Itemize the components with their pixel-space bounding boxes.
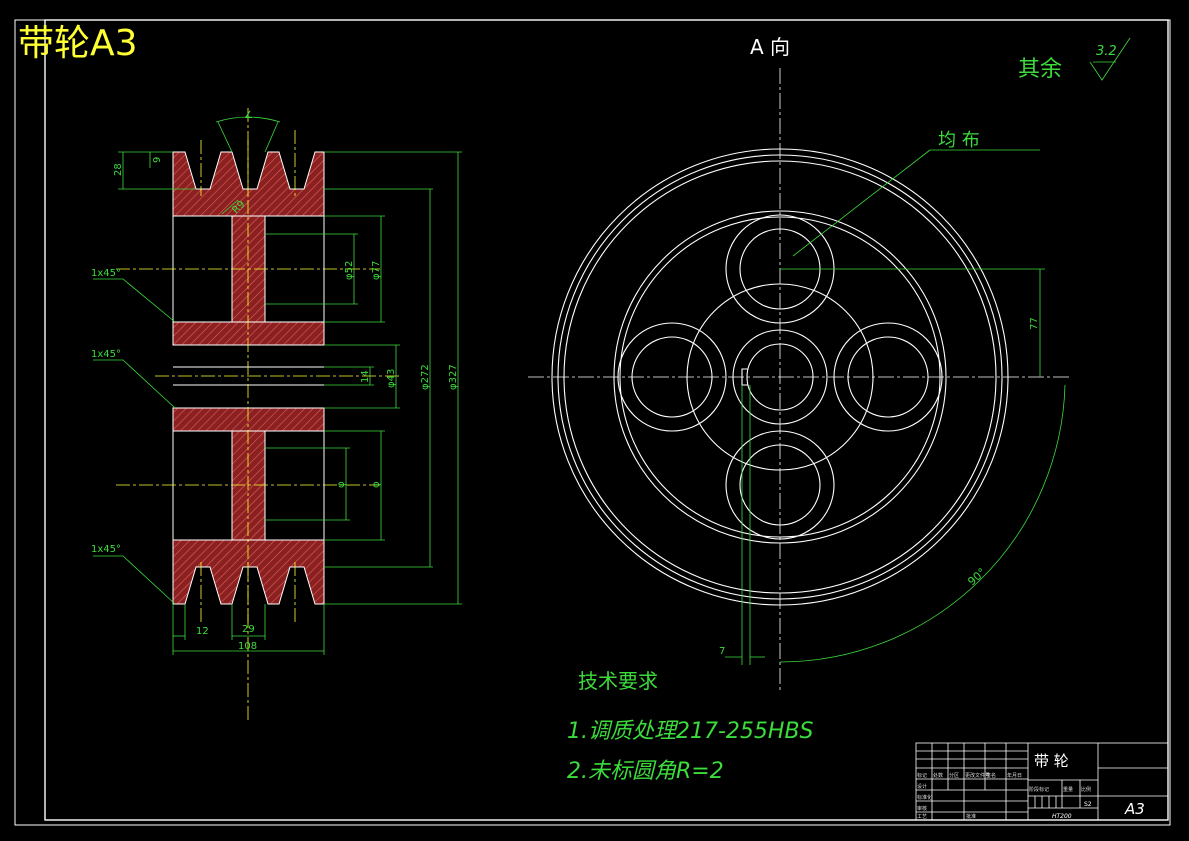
dim-chamfer-mid: 1x45°: [91, 349, 121, 360]
tb-stage-scale: 比例: [1081, 786, 1091, 793]
tb-row-craft: 工艺: [917, 814, 927, 820]
end-view: A 向 均 布 77 7 90° 其余 3.2: [528, 35, 1131, 690]
tech-requirements: 技术要求 1.调质处理217-255HBS 2.未标圆角R=2: [567, 669, 814, 784]
dim-key-offset: 7: [719, 646, 725, 657]
dim-groove-top: 9: [152, 157, 163, 163]
tb-approve: 批准: [966, 813, 976, 820]
roughness-value: 3.2: [1096, 44, 1117, 59]
tech-heading: 技术要求: [578, 669, 658, 693]
drawing-title: 带轮A3: [18, 23, 138, 64]
section-hatch: [172, 151, 325, 605]
dim-hole-offset: 77: [1029, 317, 1040, 330]
tb-header-zone: 分区: [949, 772, 959, 779]
title-block: 带 轮 A3 HT200 S2 标记 处数 分区 更改文件号 签名 年月日 设计…: [915, 742, 1169, 821]
title-block-sheet-size: A3: [1124, 800, 1145, 818]
dim-chamfer-bottom: 1x45°: [91, 544, 121, 555]
dim-lower-2: φ: [371, 481, 382, 488]
section-view: 28 9 ∠ R9 1x45° 1x45° 1x45° φ52 φ77 14 φ…: [91, 108, 462, 720]
dim-bore-outer: φ77: [371, 261, 382, 280]
view-label: A 向: [750, 35, 790, 59]
dim-groove-pitch: 29: [242, 624, 255, 635]
dim-groove-angle: ∠: [244, 110, 253, 121]
tb-header-mark: 标记: [917, 772, 927, 779]
tb-header-date: 年月日: [1007, 772, 1022, 779]
dim-groove-depth: 28: [113, 163, 124, 176]
title-block-material: HT200: [1052, 813, 1072, 820]
dim-edge-width: 12: [196, 626, 209, 637]
title-block-scale-marker: S2: [1084, 801, 1092, 808]
drawing-canvas: 带轮A3 28 9 ∠ R9 1x45° 1x45° 1x45° φ52 φ77…: [14, 19, 1171, 826]
tech-item-2: 2.未标圆角R=2: [567, 759, 724, 784]
dim-keyway: 14: [360, 370, 371, 383]
tb-row-review: 审核: [917, 805, 927, 812]
roughness-label: 其余: [1018, 57, 1062, 82]
dim-hole-circle: φ272: [420, 364, 431, 390]
dim-total-width: 108: [238, 641, 257, 652]
dim-angle: 90°: [965, 566, 988, 589]
distribution-label: 均 布: [938, 130, 980, 151]
end-view-dimensions: [725, 37, 1131, 665]
dim-lower-1: φ: [336, 481, 347, 488]
tech-item-1: 1.调质处理217-255HBS: [567, 719, 814, 744]
tb-header-count: 处数: [933, 772, 943, 779]
tb-stage-mark: 阶段标记: [1029, 786, 1049, 793]
tb-standardize: 标准化: [917, 794, 932, 801]
dim-bore-inner: φ52: [344, 261, 355, 280]
tb-row-design: 设计: [917, 783, 927, 790]
tb-header-sign: 签名: [986, 772, 996, 779]
dim-chamfer-top: 1x45°: [91, 268, 121, 279]
dim-shaft: φ43: [386, 369, 397, 388]
title-block-part-name: 带 轮: [1034, 752, 1069, 770]
tb-stage-weight: 重量: [1063, 786, 1073, 793]
dim-outer-diameter: φ327: [448, 364, 459, 390]
